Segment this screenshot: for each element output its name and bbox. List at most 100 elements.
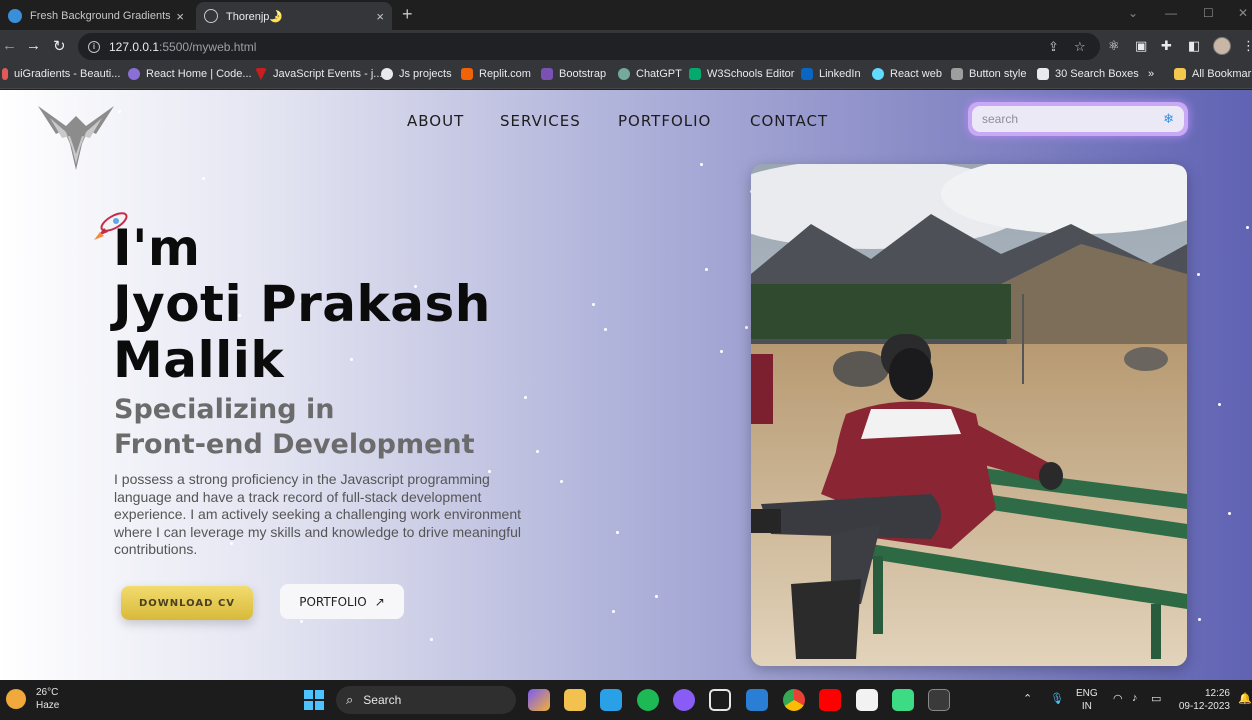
nav-link-about[interactable]: ABOUT	[407, 112, 464, 130]
bookmark-favicon-icon	[2, 68, 8, 80]
notion-icon[interactable]	[856, 689, 878, 711]
figma-like-app-icon[interactable]	[892, 689, 914, 711]
snowflake-dot	[1218, 403, 1221, 406]
bookmark-w3schools[interactable]: W3Schools Editor	[689, 68, 794, 80]
bookmark-favicon-icon	[255, 68, 267, 80]
nav-link-services[interactable]: SERVICES	[500, 112, 581, 130]
url-host: 127.0.0.1	[109, 39, 160, 54]
snowflake-dot	[1246, 226, 1249, 229]
snowflake-dot	[745, 326, 748, 329]
clock-time: 12:26	[1204, 688, 1230, 699]
minimize-button[interactable]: —	[1165, 6, 1177, 20]
hero-first-name: Jyoti Prakash	[113, 275, 491, 333]
side-panel-icon[interactable]: ◧	[1188, 38, 1200, 54]
bookmark-label: All Bookmarks	[1192, 68, 1252, 80]
taskbar-search[interactable]: ⌕ Search	[336, 686, 516, 714]
globe-favicon-icon	[204, 9, 218, 23]
new-tab-button[interactable]: +	[402, 4, 413, 25]
notification-bell-icon[interactable]: 🔔	[1238, 692, 1252, 705]
forward-arrow-icon[interactable]: →	[26, 37, 41, 54]
bookmark-uigradients[interactable]: uiGradients - Beauti...	[2, 68, 120, 80]
bookmark-react-web[interactable]: React web	[872, 68, 942, 80]
chatgpt-icon	[618, 68, 630, 80]
translate-extension-icon[interactable]: ▣	[1135, 38, 1147, 54]
tab-title: Thorenjp🌛	[226, 10, 284, 23]
download-cv-button[interactable]: DOWNLOAD CV	[121, 586, 253, 620]
battery-icon[interactable]: ▭	[1151, 692, 1161, 705]
microphone-icon[interactable]: 🎙	[1050, 692, 1064, 705]
tab-thorenjp[interactable]: Thorenjp🌛 ×	[196, 2, 392, 30]
bookmark-button-style[interactable]: Button style	[951, 68, 1026, 80]
chrome-icon[interactable]	[783, 689, 805, 711]
bookmark-label: uiGradients - Beauti...	[14, 68, 121, 80]
clock-date: 09-12-2023	[1178, 701, 1230, 712]
github-desktop-icon[interactable]	[673, 689, 695, 711]
system-clock[interactable]: 12:26 09-12-2023	[1178, 687, 1230, 713]
bookmark-label: 30 Search Boxes	[1055, 68, 1139, 80]
region-code: IN	[1081, 701, 1092, 712]
nav-link-portfolio[interactable]: PORTFOLIO	[618, 112, 711, 130]
snipping-tool-icon[interactable]	[928, 689, 950, 711]
site-logo[interactable]	[36, 104, 116, 176]
close-tab-icon[interactable]: ×	[376, 9, 384, 24]
menu-kebab-icon[interactable]: ⋮	[1242, 38, 1252, 54]
search-input[interactable]	[982, 112, 1132, 126]
extensions-puzzle-icon[interactable]: ✚	[1161, 38, 1172, 54]
close-tab-icon[interactable]: ×	[176, 9, 184, 24]
bookmark-star-icon[interactable]: ☆	[1074, 39, 1086, 55]
wifi-icon[interactable]: ◠	[1113, 692, 1123, 705]
snowflake-dot	[300, 620, 303, 623]
uigradients-favicon-icon	[8, 9, 22, 23]
widgets-app-icon[interactable]	[528, 689, 550, 711]
language-indicator[interactable]: ENG IN	[1076, 687, 1098, 713]
snowflake-dot	[1228, 512, 1231, 515]
show-hidden-icons-chevron-icon[interactable]: ⌃	[1023, 692, 1032, 705]
back-arrow-icon[interactable]: ←	[2, 37, 17, 54]
tab-title: Fresh Background Gradients | W	[30, 10, 171, 22]
nav-link-contact[interactable]: CONTACT	[750, 112, 828, 130]
language-code: ENG	[1076, 688, 1098, 699]
bookmark-replit[interactable]: Replit.com	[461, 68, 531, 80]
address-bar[interactable]: i 127.0.0.1 :5500/myweb.html ⇪ ☆	[78, 33, 1100, 60]
portfolio-button[interactable]: PORTFOLIO ↗	[280, 584, 404, 619]
snowflake-dot	[705, 268, 708, 271]
github-icon	[381, 68, 393, 80]
profile-photo	[751, 164, 1187, 666]
snowflake-dot	[118, 110, 121, 113]
share-icon[interactable]: ⇪	[1048, 39, 1059, 55]
bookmark-react-home[interactable]: React Home | Code...	[128, 68, 252, 80]
bookmark-30-search-boxes[interactable]: 30 Search Boxes	[1037, 68, 1139, 80]
hero-greeting: I'm	[113, 219, 201, 277]
close-window-button[interactable]: ✕	[1238, 6, 1248, 20]
bookmark-bootstrap[interactable]: Bootstrap	[541, 68, 606, 80]
chevron-down-icon[interactable]: ⌄	[1128, 6, 1138, 20]
bookmark-linkedin[interactable]: LinkedIn	[801, 68, 861, 80]
site-info-icon[interactable]: i	[88, 40, 100, 53]
snowflake-dot	[604, 328, 607, 331]
snowflake-icon[interactable]: ❄	[1163, 111, 1174, 127]
vscode-icon[interactable]	[746, 689, 768, 711]
reload-icon[interactable]: ↻	[53, 37, 66, 55]
bookmark-chatgpt[interactable]: ChatGPT	[618, 68, 682, 80]
subtitle-line-2: Front-end Development	[114, 429, 475, 460]
notion-n-icon[interactable]	[709, 689, 731, 711]
weather-widget[interactable]: 26°C Haze	[6, 686, 59, 712]
bookmarks-bar: uiGradients - Beauti... React Home | Cod…	[0, 63, 1252, 89]
bookmark-javascript-events[interactable]: JavaScript Events - j...	[255, 68, 382, 80]
react-devtools-extension-icon[interactable]: ⚛	[1108, 38, 1120, 54]
spotify-icon[interactable]	[637, 689, 659, 711]
youtube-icon[interactable]	[819, 689, 841, 711]
windows-start-icon[interactable]	[304, 690, 324, 710]
more-bookmarks-button[interactable]: »	[1148, 68, 1154, 80]
maximize-button[interactable]: ☐	[1203, 6, 1214, 20]
portfolio-button-label: PORTFOLIO	[299, 594, 367, 609]
volume-icon[interactable]: ♪	[1132, 692, 1138, 704]
all-bookmarks-folder[interactable]: All Bookmarks	[1174, 68, 1252, 80]
profile-avatar[interactable]	[1213, 37, 1231, 55]
portfolio-page: ABOUT SERVICES PORTFOLIO CONTACT ❄ I'm J…	[0, 90, 1252, 680]
file-explorer-icon[interactable]	[564, 689, 586, 711]
bookmark-js-projects[interactable]: Js projects	[381, 68, 452, 80]
notepad-app-icon[interactable]	[600, 689, 622, 711]
tab-gradients[interactable]: Fresh Background Gradients | W ×	[0, 2, 192, 30]
weather-temperature: 26°C	[36, 687, 59, 698]
